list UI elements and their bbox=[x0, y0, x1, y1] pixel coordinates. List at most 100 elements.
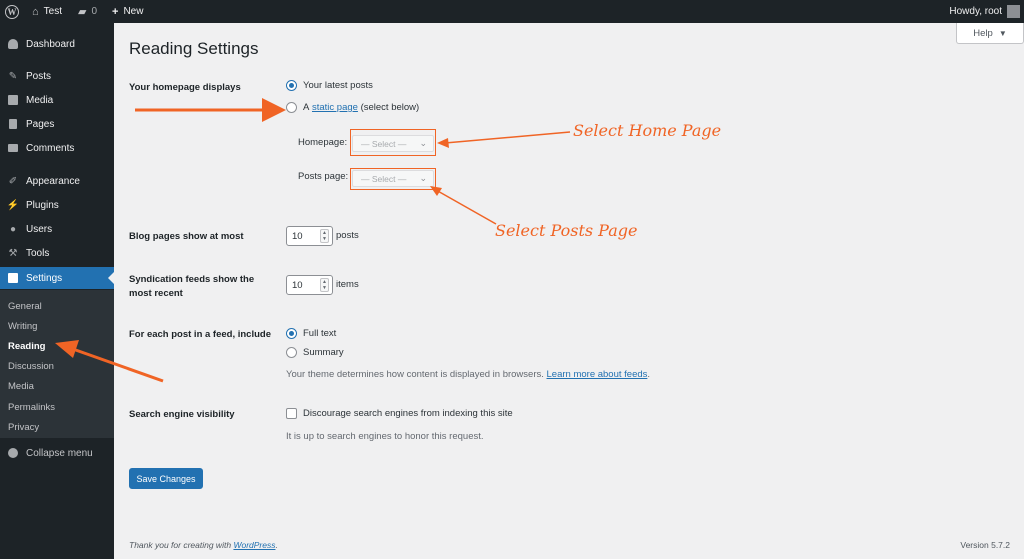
full-text-radio[interactable] bbox=[286, 328, 297, 339]
latest-posts-option[interactable]: Your latest posts bbox=[286, 80, 373, 91]
comment-icon bbox=[7, 142, 19, 154]
home-icon: ⌂ bbox=[32, 5, 39, 18]
page-icon bbox=[7, 118, 19, 130]
wrench-icon: ⚒ bbox=[8, 247, 18, 259]
static-page-link[interactable]: static page bbox=[312, 102, 358, 113]
sidebar-item-label: Plugins bbox=[26, 199, 59, 211]
sidebar-item-appearance[interactable]: ✐ Appearance bbox=[0, 170, 114, 192]
dashboard-icon bbox=[7, 38, 19, 50]
caret-down-icon: ▼ bbox=[998, 28, 1007, 38]
discourage-search-label: Discourage search engines from indexing … bbox=[303, 408, 513, 419]
full-text-label: Full text bbox=[303, 328, 337, 339]
site-name: Test bbox=[43, 6, 62, 17]
new-content-link[interactable]: + New bbox=[112, 0, 143, 23]
submenu-privacy[interactable]: Privacy bbox=[8, 420, 39, 434]
submenu-discussion[interactable]: Discussion bbox=[8, 359, 54, 373]
comment-icon: ▰ bbox=[78, 6, 87, 18]
postspage-select[interactable]: — Select — ⌄ bbox=[352, 170, 434, 187]
submenu-writing[interactable]: Writing bbox=[8, 319, 37, 333]
chevron-down-icon: ⌄ bbox=[419, 138, 427, 148]
feed-note-text: Your theme determines how content is dis… bbox=[286, 369, 544, 380]
sidebar-item-plugins[interactable]: ⚡ Plugins bbox=[0, 194, 114, 216]
latest-posts-label: Your latest posts bbox=[303, 80, 373, 91]
postspage-select-label: Posts page: bbox=[298, 171, 349, 182]
sidebar-item-label: Appearance bbox=[26, 175, 80, 187]
sidebar-item-label: Settings bbox=[26, 272, 63, 284]
stepper-icon[interactable]: ▲ ▼ bbox=[320, 229, 329, 243]
sidebar-item-label: Dashboard bbox=[26, 38, 75, 50]
search-visibility-label: Search engine visibility bbox=[129, 409, 235, 420]
sidebar-item-tools[interactable]: ⚒ Tools bbox=[0, 242, 114, 264]
static-page-radio[interactable] bbox=[286, 102, 297, 113]
blog-pages-label: Blog pages show at most bbox=[129, 231, 244, 242]
admin-sidebar: Dashboard ✎ Posts Media Pages Comments ✐… bbox=[0, 23, 114, 559]
blog-pages-input[interactable]: 10 ▲ ▼ bbox=[286, 226, 333, 246]
blog-pages-value: 10 bbox=[292, 230, 303, 242]
avatar[interactable] bbox=[1007, 5, 1020, 18]
syndication-input[interactable]: 10 ▲ ▼ bbox=[286, 275, 333, 295]
save-changes-button[interactable]: Save Changes bbox=[129, 468, 203, 489]
pin-icon: ✎ bbox=[8, 70, 18, 82]
plug-icon: ⚡ bbox=[6, 199, 20, 211]
homepage-select-label: Homepage: bbox=[298, 137, 348, 148]
submenu-media[interactable]: Media bbox=[8, 379, 34, 393]
static-page-option[interactable]: A static page (select below) bbox=[286, 102, 419, 113]
submenu-permalinks[interactable]: Permalinks bbox=[8, 400, 55, 414]
sidebar-item-label: Media bbox=[26, 94, 54, 106]
submenu-general[interactable]: General bbox=[8, 299, 42, 313]
sidebar-item-pages[interactable]: Pages bbox=[0, 113, 114, 135]
search-visibility-note: It is up to search engines to honor this… bbox=[286, 431, 484, 442]
collapse-icon bbox=[7, 447, 19, 459]
feed-include-label: For each post in a feed, include bbox=[129, 329, 271, 340]
sidebar-item-label: Comments bbox=[26, 142, 75, 154]
discourage-search-option[interactable]: Discourage search engines from indexing … bbox=[286, 408, 513, 419]
syndication-label-line2: most recent bbox=[129, 288, 183, 299]
syndication-label-line1: Syndication feeds show the bbox=[129, 274, 255, 285]
wordpress-logo-icon[interactable]: W bbox=[5, 0, 21, 23]
footer-credit: Thank you for creating with WordPress. bbox=[129, 540, 278, 550]
page-title: Reading Settings bbox=[129, 39, 259, 58]
submenu-reading[interactable]: Reading bbox=[8, 339, 45, 353]
sidebar-item-comments[interactable]: Comments bbox=[0, 137, 114, 159]
stepper-icon[interactable]: ▲ ▼ bbox=[320, 278, 329, 292]
discourage-search-checkbox[interactable] bbox=[286, 408, 297, 419]
wordpress-link[interactable]: WordPress bbox=[233, 540, 275, 550]
feed-include-note: Your theme determines how content is dis… bbox=[286, 369, 651, 380]
comment-count: 0 bbox=[91, 6, 98, 17]
summary-option[interactable]: Summary bbox=[286, 347, 344, 358]
collapse-menu-button[interactable]: Collapse menu bbox=[0, 442, 114, 464]
sidebar-item-label: Pages bbox=[26, 118, 55, 130]
sidebar-item-media[interactable]: Media bbox=[0, 89, 114, 111]
admin-bar: W ⌂ Test ▰ 0 + New Howdy, root bbox=[0, 0, 1024, 23]
summary-label: Summary bbox=[303, 347, 344, 358]
comments-link[interactable]: ▰ 0 bbox=[78, 0, 97, 23]
homepage-select[interactable]: — Select — ⌄ bbox=[352, 135, 434, 152]
sidebar-item-label: Tools bbox=[26, 247, 50, 259]
annotation-select-posts-page: Select Posts Page bbox=[495, 221, 638, 240]
annotation-select-home-page: Select Home Page bbox=[573, 121, 722, 140]
help-button[interactable]: Help ▼ bbox=[956, 23, 1024, 44]
blog-pages-unit: posts bbox=[336, 230, 359, 241]
chevron-down-icon: ⌄ bbox=[419, 173, 427, 183]
summary-radio[interactable] bbox=[286, 347, 297, 358]
static-page-suffix: (select below) bbox=[360, 102, 420, 113]
learn-more-feeds-link[interactable]: Learn more about feeds bbox=[547, 369, 648, 380]
settings-icon bbox=[7, 272, 19, 284]
sidebar-item-posts[interactable]: ✎ Posts bbox=[0, 65, 114, 87]
howdy-user[interactable]: Howdy, root bbox=[949, 0, 1002, 23]
plus-icon: + bbox=[112, 5, 119, 18]
latest-posts-radio[interactable] bbox=[286, 80, 297, 91]
sidebar-item-dashboard[interactable]: Dashboard bbox=[0, 33, 114, 55]
user-icon: ● bbox=[9, 223, 17, 235]
sidebar-item-settings[interactable]: Settings bbox=[0, 267, 114, 289]
full-text-option[interactable]: Full text bbox=[286, 328, 336, 339]
version-text: Version 5.7.2 bbox=[960, 540, 1010, 550]
static-page-prefix: A bbox=[303, 102, 310, 113]
homepage-displays-label: Your homepage displays bbox=[129, 82, 241, 93]
sidebar-item-users[interactable]: ● Users bbox=[0, 218, 114, 240]
site-name-link[interactable]: ⌂ Test bbox=[32, 0, 62, 23]
settings-submenu: General Writing Reading Discussion Media… bbox=[0, 290, 114, 438]
new-label: New bbox=[123, 6, 144, 17]
main-content: Help ▼ Reading Settings Your homepage di… bbox=[114, 23, 1024, 559]
sidebar-item-label: Posts bbox=[26, 70, 52, 82]
